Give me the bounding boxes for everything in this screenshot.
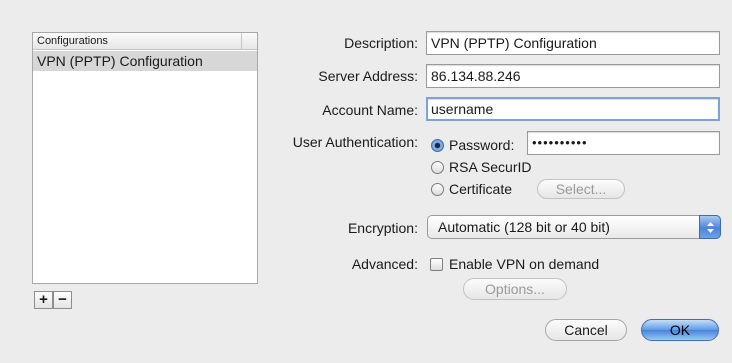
encryption-popup-value: Automatic (128 bit or 40 bit) bbox=[438, 219, 610, 235]
vpn-on-demand-checkbox[interactable] bbox=[430, 258, 443, 271]
certificate-radio[interactable] bbox=[431, 183, 444, 196]
cancel-button[interactable]: Cancel bbox=[545, 319, 627, 341]
certificate-radio-label[interactable]: Certificate bbox=[449, 181, 512, 197]
ok-button[interactable]: OK bbox=[641, 319, 719, 341]
remove-configuration-button[interactable]: − bbox=[53, 291, 72, 309]
encryption-label: Encryption: bbox=[347, 220, 418, 236]
vpn-on-demand-label[interactable]: Enable VPN on demand bbox=[449, 256, 599, 272]
add-configuration-button[interactable]: + bbox=[34, 291, 53, 309]
server-address-field[interactable]: 86.134.88.246 bbox=[426, 64, 720, 88]
advanced-label: Advanced: bbox=[351, 256, 418, 272]
rsa-securid-radio[interactable] bbox=[431, 161, 444, 174]
options-button[interactable]: Options... bbox=[463, 278, 567, 300]
account-name-field[interactable]: username bbox=[426, 97, 720, 121]
select-certificate-button[interactable]: Select... bbox=[537, 179, 625, 199]
description-field[interactable]: VPN (PPTP) Configuration bbox=[426, 31, 720, 55]
user-authentication-label: User Authentication: bbox=[292, 134, 418, 150]
encryption-popup[interactable]: Automatic (128 bit or 40 bit) bbox=[427, 215, 721, 239]
rsa-securid-radio-label[interactable]: RSA SecurID bbox=[449, 159, 531, 175]
configurations-header-label: Configurations bbox=[37, 35, 108, 47]
password-field[interactable]: •••••••••• bbox=[527, 131, 720, 155]
popup-arrows-icon bbox=[699, 215, 721, 239]
account-name-label: Account Name: bbox=[322, 102, 418, 118]
server-address-label: Server Address: bbox=[318, 68, 418, 84]
password-radio-label[interactable]: Password: bbox=[449, 137, 514, 153]
password-radio[interactable] bbox=[431, 139, 444, 152]
description-label: Description: bbox=[344, 35, 418, 51]
